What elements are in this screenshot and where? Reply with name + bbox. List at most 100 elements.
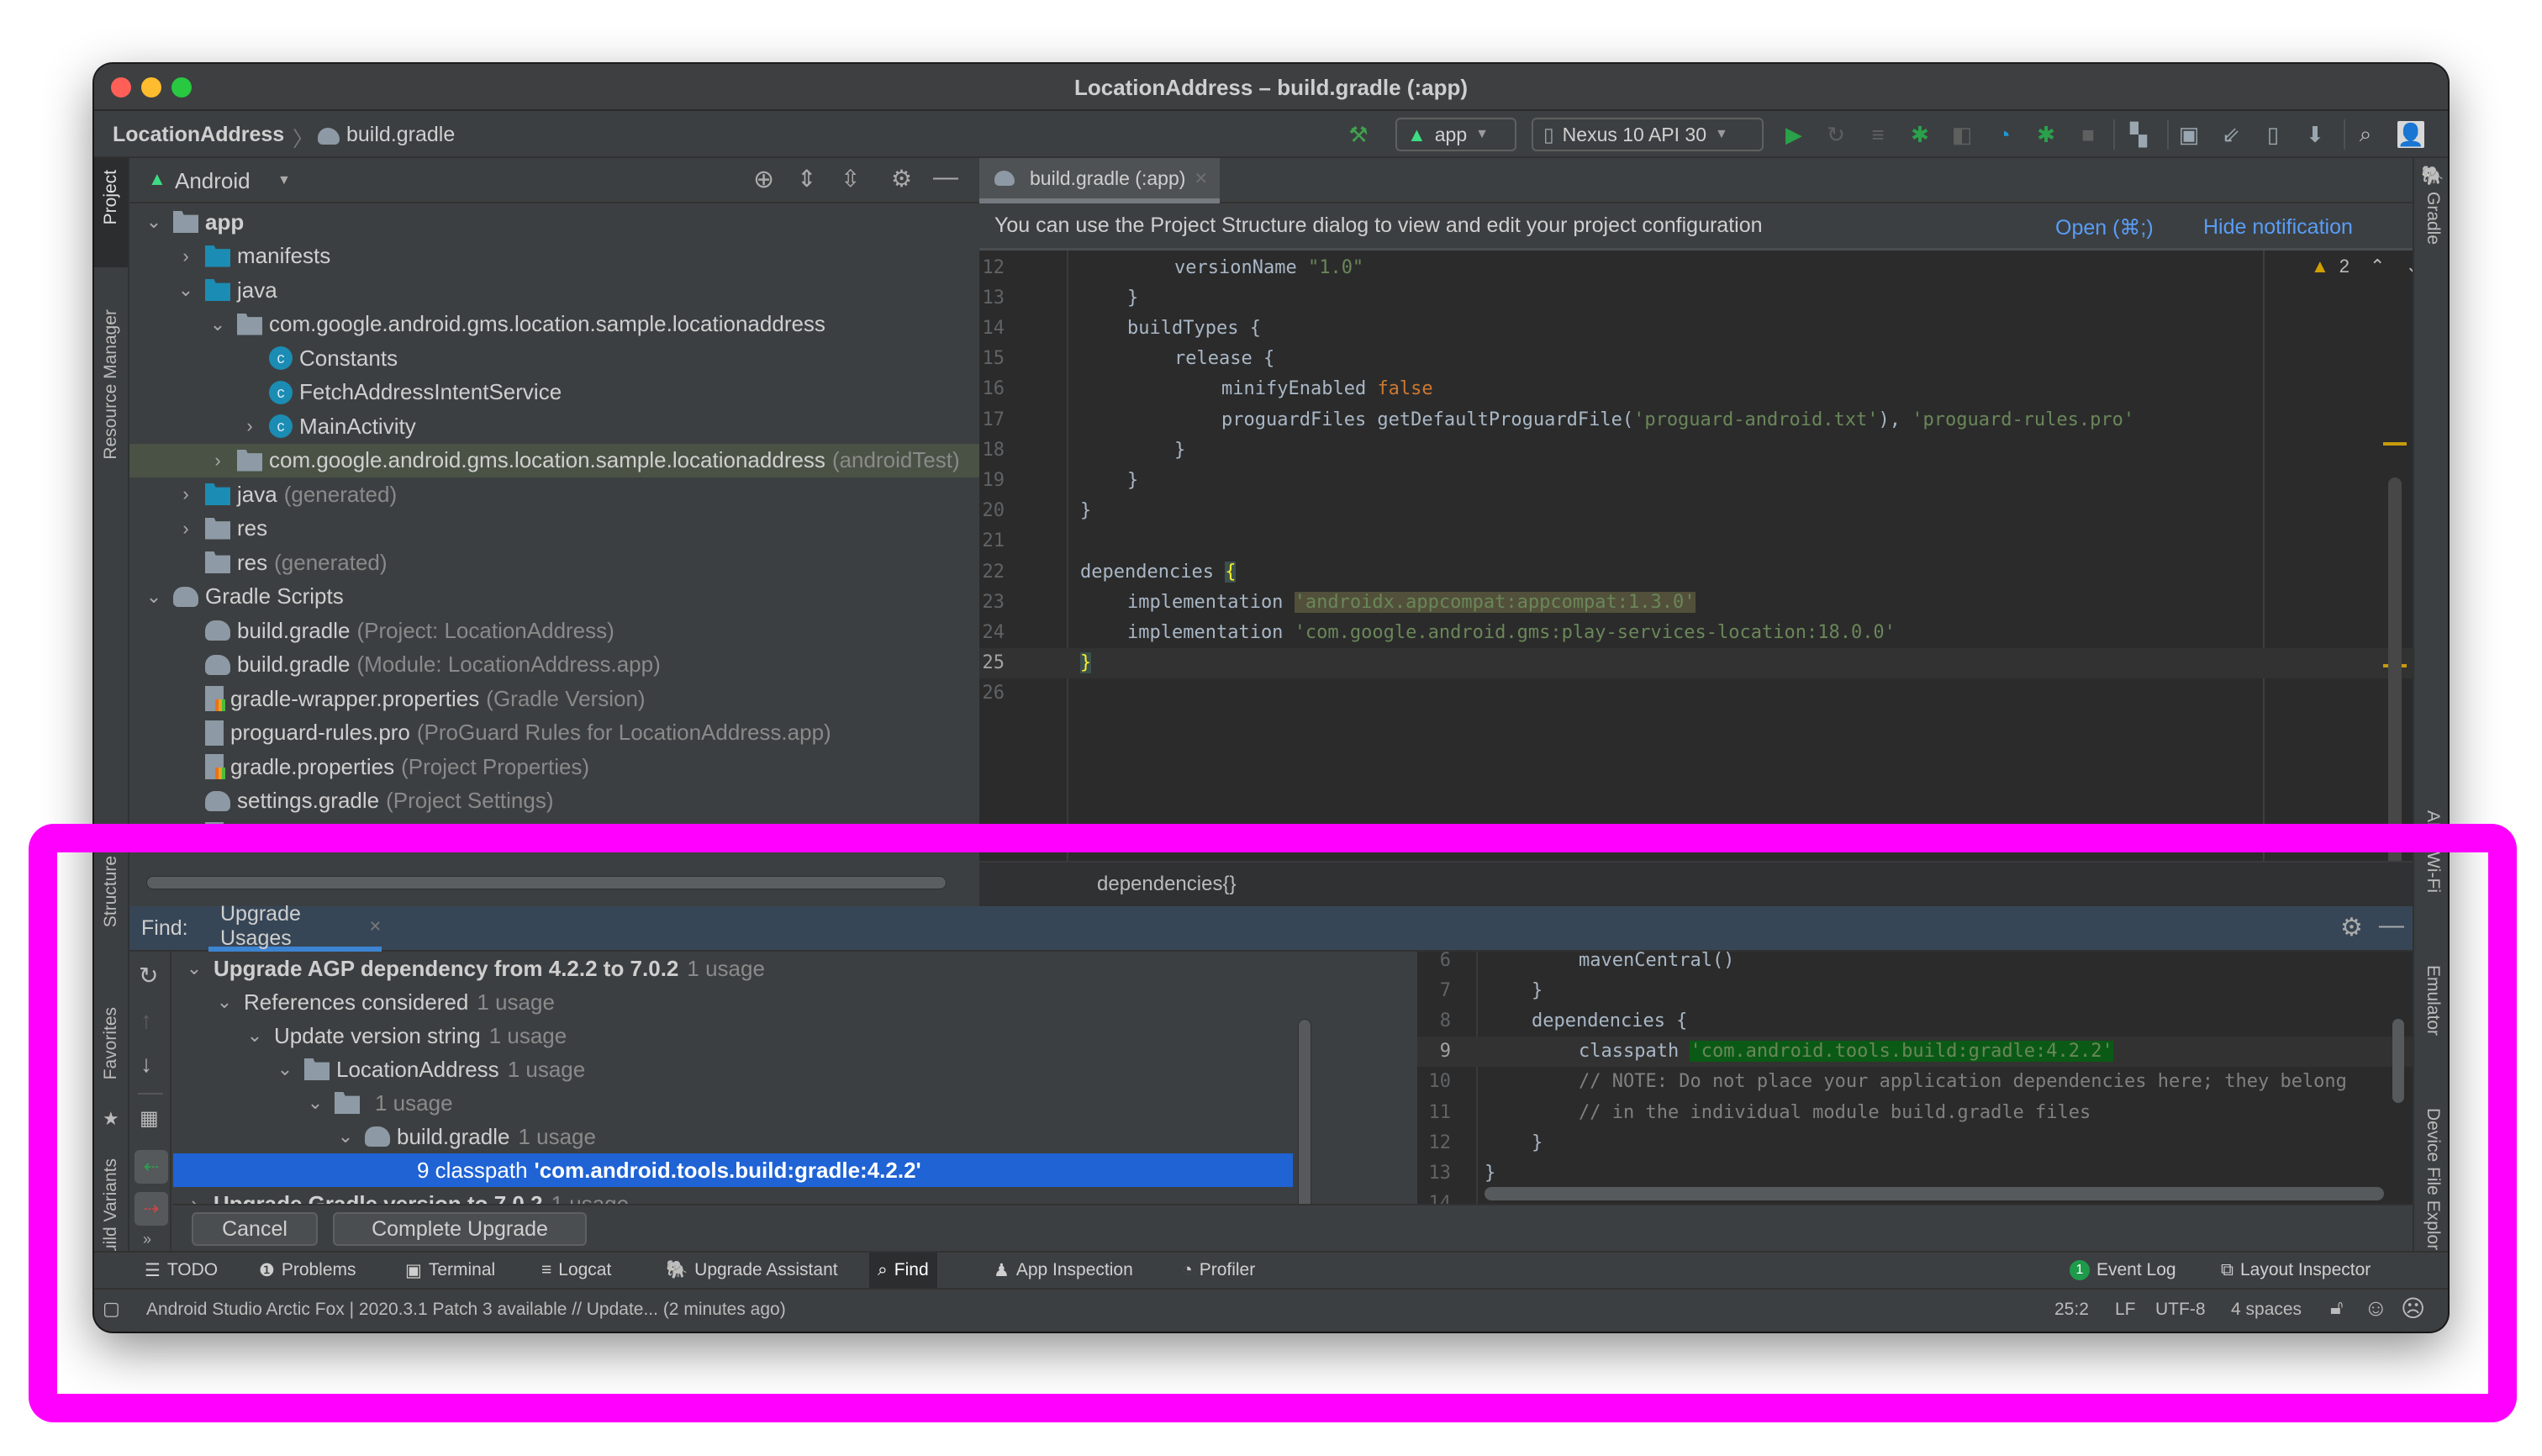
tool-window-event-log[interactable]: 1 Event Log — [2061, 1253, 2185, 1288]
complete-upgrade-button[interactable]: Complete Upgrade — [333, 1212, 587, 1246]
code-editor[interactable]: 12 versionName "1.0" 13} 14 buildTypes {15 re… — [979, 251, 2421, 906]
status-message[interactable]: Android Studio Arctic Fox | 2020.3.1 Pat… — [146, 1300, 786, 1320]
editor-breadcrumb[interactable]: dependencies{} — [1097, 873, 1237, 896]
chevron-right-icon[interactable]: › — [177, 245, 195, 267]
collapse-all-icon[interactable]: ⇳ — [841, 165, 860, 193]
usages-vertical-scrollbar[interactable] — [1298, 1019, 1311, 1214]
frown-icon[interactable]: ☹ — [2401, 1295, 2425, 1322]
hide-panel-icon[interactable]: — — [2379, 911, 2404, 940]
breadcrumb-project[interactable]: LocationAddress — [113, 123, 284, 147]
chevron-down-icon[interactable]: ⌄ — [145, 586, 163, 608]
tree-item[interactable]: res (generated) — [129, 546, 979, 579]
file-encoding[interactable]: UTF-8 — [2155, 1300, 2206, 1320]
stripe-build-variants[interactable]: Build Variants — [101, 1158, 121, 1266]
tree-item[interactable]: › java (generated) — [129, 477, 979, 511]
group-by-icon[interactable]: ▦ — [140, 1106, 159, 1131]
stripe-gradle[interactable]: Gradle — [2423, 192, 2443, 245]
tree-item[interactable]: c Constants — [129, 341, 979, 375]
locate-icon[interactable]: ⊕ — [753, 165, 774, 194]
usage-tree-item[interactable]: ⌄ build.gradle 1 usage — [173, 1120, 1409, 1153]
tool-window-logcat[interactable]: ≡ Logcat — [533, 1253, 620, 1288]
tool-window-todo[interactable]: ☰ TODO — [136, 1253, 226, 1288]
run-config-select[interactable]: ▲ app ▼ — [1395, 118, 1516, 151]
apply-changes-icon[interactable]: ↻ — [1822, 121, 1849, 148]
tool-window-upgrade-assistant[interactable]: 🐘 Upgrade Assistant — [657, 1253, 846, 1288]
chevron-down-icon[interactable]: ⌄ — [215, 991, 234, 1013]
chevron-down-icon[interactable]: ⌄ — [208, 314, 227, 335]
previous-occurrence-icon[interactable]: ↑ — [140, 1007, 152, 1034]
tool-window-problems[interactable]: ❶ Problems — [251, 1253, 365, 1288]
stripe-project[interactable]: Project — [101, 170, 121, 224]
chevron-down-icon[interactable]: ⌄ — [177, 279, 195, 301]
breadcrumb-file[interactable]: build.gradle — [346, 123, 455, 147]
editor-vertical-scrollbar[interactable] — [2388, 477, 2402, 906]
usage-tree-item[interactable]: ⌄ LocationAddress 1 usage — [173, 1052, 1409, 1086]
chevron-down-icon[interactable]: ⌄ — [276, 1058, 294, 1080]
usage-tree-item[interactable]: ⌄ Update version string 1 usage — [173, 1019, 1409, 1052]
usage-tree-item[interactable]: ⌄ 1 usage — [173, 1086, 1409, 1120]
stripe-emulator[interactable]: Emulator — [2423, 965, 2443, 1036]
hammer-icon[interactable]: ⚒ — [1345, 121, 1372, 148]
run-icon[interactable]: ▶ — [1780, 121, 1807, 148]
inspection-widget[interactable]: ▲ 2 ⌃ ⌄ — [2311, 256, 2421, 277]
include-icon[interactable]: ⇠ — [134, 1150, 168, 1184]
tree-item[interactable]: › res — [129, 512, 979, 546]
attach-profiler-icon[interactable]: ✱ — [2033, 121, 2059, 148]
tree-item[interactable]: › manifests — [129, 240, 979, 273]
preview-vertical-scrollbar[interactable] — [2392, 1019, 2404, 1103]
tree-item[interactable]: settings.gradle (Project Settings) — [129, 784, 979, 818]
account-icon[interactable]: 👤 — [2397, 121, 2424, 148]
chevron-down-icon[interactable]: ▼ — [277, 173, 291, 188]
chevron-down-icon[interactable]: ⌄ — [306, 1092, 324, 1114]
tree-item[interactable]: ⌄ app — [129, 205, 979, 239]
tool-window-app-inspection[interactable]: ♟ App Inspection — [985, 1253, 1142, 1288]
exclude-icon[interactable]: ⇢ — [134, 1192, 168, 1226]
tool-window-find[interactable]: ⌕ Find — [869, 1253, 937, 1288]
chevron-right-icon[interactable]: › — [240, 415, 259, 437]
tree-item[interactable]: › c MainActivity — [129, 409, 979, 443]
gear-icon[interactable]: ⚙ — [2340, 913, 2363, 942]
stripe-device-file-explorer[interactable]: Device File Explorer — [2423, 1108, 2443, 1266]
preview-horizontal-scrollbar[interactable] — [1485, 1187, 2384, 1200]
usage-tree-item[interactable]: 9 classpath 'com.android.tools.build:gra… — [173, 1153, 1293, 1187]
tool-window-layout-inspector[interactable]: ⧉ Layout Inspector — [2212, 1253, 2379, 1288]
tree-item[interactable]: build.gradle (Project: LocationAddress) — [129, 614, 979, 647]
tree-item[interactable]: › com.google.android.gms.location.sample.… — [129, 443, 979, 477]
tree-item[interactable]: gradle.properties (Project Properties) — [129, 750, 979, 783]
sdk-manager-icon[interactable]: ⬇ — [2302, 121, 2328, 148]
tree-item[interactable]: ⌄ java — [129, 273, 979, 307]
close-tab-icon[interactable]: ✕ — [1194, 168, 1208, 189]
chevron-down-icon[interactable]: ⌄ — [336, 1126, 355, 1147]
expand-all-icon[interactable]: ⇕ — [797, 165, 816, 193]
tool-window-terminal[interactable]: ▣ Terminal — [397, 1253, 504, 1288]
warning-marker[interactable] — [2383, 442, 2407, 446]
terminal-icon[interactable]: ▣ — [2175, 121, 2202, 148]
more-icon[interactable]: » — [143, 1231, 151, 1248]
usage-tree-item[interactable]: ⌄ References considered 1 usage — [173, 985, 1409, 1019]
stripe-structure[interactable]: Structure — [101, 856, 121, 927]
toggle-tool-windows-icon[interactable]: ▢ — [103, 1298, 120, 1320]
avd-manager-icon[interactable]: ▯ — [2260, 121, 2286, 148]
tree-item[interactable]: proguard-rules.pro (ProGuard Rules for Lo… — [129, 716, 979, 750]
sync-gradle-icon[interactable]: ⇙ — [2218, 121, 2244, 148]
usage-tree-item[interactable]: ⌄ Upgrade AGP dependency from 4.2.2 to 7.… — [173, 952, 1409, 985]
tree-item[interactable]: gradle-wrapper.properties (Gradle Version… — [129, 682, 979, 715]
gear-icon[interactable]: ⚙ — [891, 165, 912, 193]
chevron-right-icon[interactable]: › — [208, 450, 227, 472]
debug-icon[interactable]: ✱ — [1906, 121, 1933, 148]
smile-icon[interactable]: ☺ — [2364, 1295, 2388, 1321]
tool-window-profiler[interactable]: ◔ Profiler — [1173, 1253, 1263, 1288]
unlock-icon[interactable]: 🔓︎ — [2330, 1296, 2344, 1320]
stop-icon[interactable]: ■ — [2075, 121, 2102, 148]
hide-panel-icon[interactable]: — — [933, 163, 958, 192]
chevron-down-icon[interactable]: ⌄ — [245, 1025, 264, 1047]
next-occurrence-icon[interactable]: ↓ — [140, 1051, 152, 1078]
tree-item[interactable]: c FetchAddressIntentService — [129, 376, 979, 409]
caret-position[interactable]: 25:2 — [2054, 1300, 2089, 1320]
rerun-icon[interactable]: ↻ — [139, 962, 158, 989]
indent-setting[interactable]: 4 spaces — [2231, 1300, 2302, 1320]
previous-highlight-icon[interactable]: ⌃ — [2370, 256, 2385, 277]
tab-upgrade-usages[interactable]: Upgrade Usages ✕ — [208, 902, 382, 952]
stripe-resource-manager[interactable]: Resource Manager — [101, 309, 121, 460]
chevron-down-icon[interactable]: ⌄ — [185, 957, 203, 979]
